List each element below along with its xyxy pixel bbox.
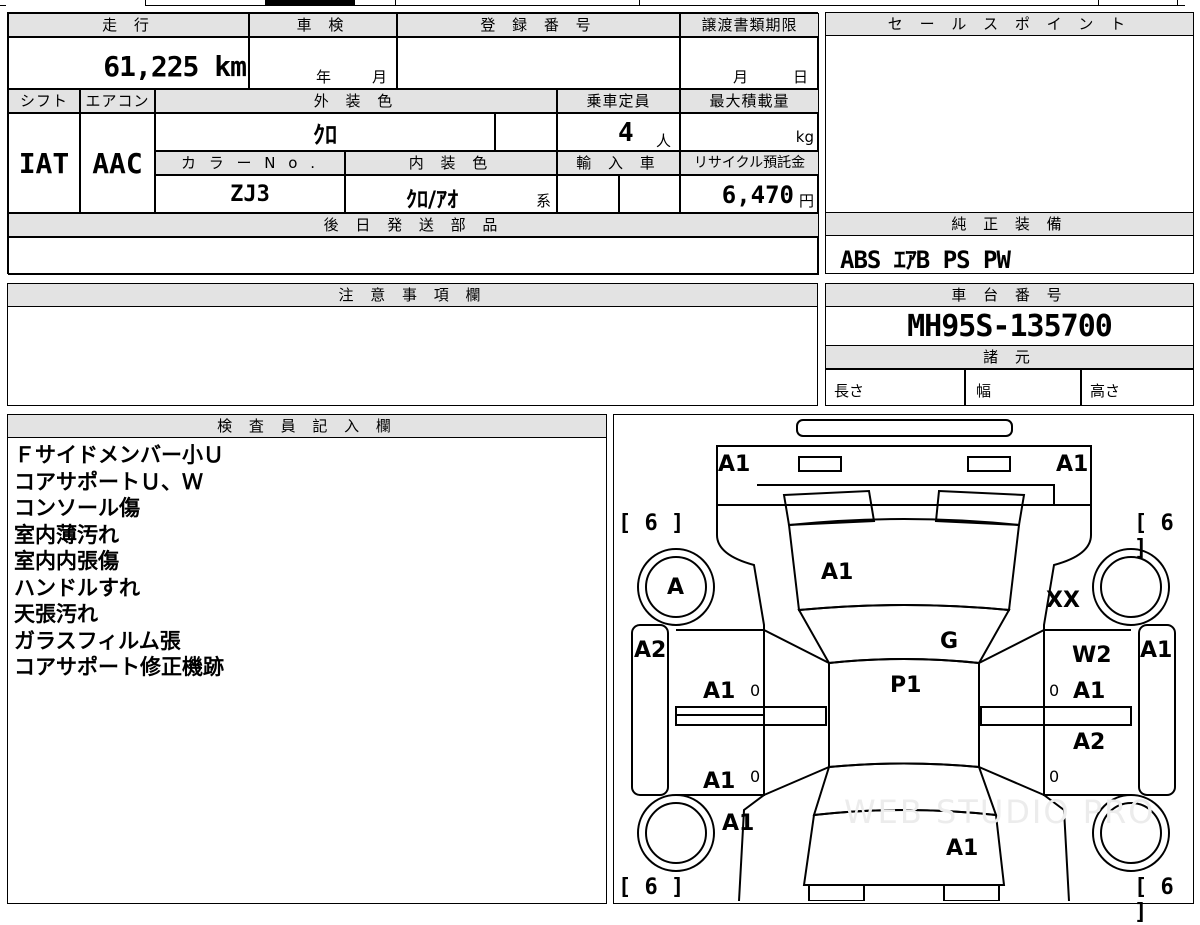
inspection-header: 車 検 (249, 13, 397, 37)
recycle-header: リサイクル預託金 (680, 151, 819, 175)
transfer-deadline-header: 譲渡書類期限 (680, 13, 819, 37)
tire-bottom-right: [ 6 ] (1134, 875, 1174, 925)
registration-cell (397, 37, 680, 89)
shift-value: IAT (8, 113, 80, 213)
recycle-unit: 円 (798, 192, 814, 210)
mileage-cell: 61,225 km (8, 37, 249, 89)
inspector-line: ハンドルすれ (14, 575, 140, 600)
inspector-line: ガラスフィルム張 (14, 628, 181, 653)
inspector-header: 検 査 員 記 入 欄 (7, 414, 607, 438)
capacity-unit: 人 (656, 132, 672, 150)
zero-mark: 0 (750, 681, 761, 700)
mileage-value: 61,225 (103, 50, 199, 83)
capacity-cell: 4 人 (557, 113, 680, 151)
spec-width-label: 幅 (976, 382, 992, 400)
mark-rear: A1 (946, 836, 979, 861)
inspector-lines: Ｆサイドメンバー小Ｕ コアサポートＵ、Ｗ コンソール傷 室内薄汚れ 室内内張傷 … (14, 442, 224, 681)
mileage-unit: km (214, 50, 247, 83)
spec-length-label: 長さ (834, 382, 865, 400)
transfer-day-label: 日 (793, 68, 809, 86)
later-parts-header: 後 日 発 送 部 品 (8, 213, 819, 237)
tire-top-right: [ 6 ] (1134, 511, 1174, 561)
mark-left-rear: A1 (722, 811, 755, 836)
import-cell-b (619, 175, 680, 213)
watermark-text: WEB STUDIO PRO (844, 793, 1156, 831)
transfer-deadline-cell: 月 日 (680, 37, 819, 89)
top-strip-remnant (0, 0, 1200, 6)
mark-right-front-door-lower: A1 (1073, 679, 1106, 704)
inspector-line: 天張汚れ (14, 602, 98, 626)
mark-right-fender: A1 (1140, 638, 1173, 663)
mark-windshield: G (940, 629, 959, 654)
exterior-color-value: ｸﾛ (155, 113, 495, 151)
tire-top-left: [ 6 ] (618, 511, 685, 536)
interior-color-value: ｸﾛ/ｱｵ (406, 188, 459, 213)
tire-bottom-left: [ 6 ] (618, 875, 685, 900)
mark-roof: P1 (890, 673, 922, 698)
notes-header: 注 意 事 項 欄 (7, 283, 818, 307)
chassis-header: 車 台 番 号 (825, 283, 1194, 307)
mileage-header: 走 行 (8, 13, 249, 37)
max-load-cell: kg (680, 113, 819, 151)
recycle-value: 6,470 (721, 181, 794, 209)
mark-right-front-door: W2 (1072, 643, 1112, 668)
ac-value: AAC (80, 113, 155, 213)
inspection-year-label: 年 (316, 68, 332, 86)
color-no-header: カ ラ ー N o . (155, 151, 345, 175)
inspector-line: 室内薄汚れ (14, 522, 119, 547)
capacity-header: 乗車定員 (557, 89, 680, 113)
spec-height-label: 高さ (1090, 382, 1121, 400)
zero-mark: 0 (1049, 767, 1060, 786)
mark-front-left: A1 (718, 452, 751, 477)
spec-height: 高さ (1081, 369, 1194, 406)
chassis-number: MH95S-135700 (907, 308, 1113, 344)
transfer-month-label: 月 (733, 68, 749, 86)
inspector-line: 室内内張傷 (14, 549, 119, 573)
notes-panel: 注 意 事 項 欄 (7, 283, 818, 406)
mark-left-front-door: A1 (703, 679, 736, 704)
specs-header: 諸 元 (825, 345, 1194, 369)
inspector-line: コアサポートＵ、Ｗ (14, 469, 203, 494)
shift-header: シフト (8, 89, 80, 113)
spec-length: 長さ (825, 369, 965, 406)
sales-points-panel: セ ー ル ス ポ イ ン ト 純 正 装 備 ABS ｴｱB PS PW (825, 12, 1194, 274)
interior-color-header: 内 装 色 (345, 151, 557, 175)
max-load-unit: kg (795, 128, 814, 146)
inspector-line: コンソール傷 (14, 496, 140, 520)
mark-right-rear-door: A2 (1073, 730, 1106, 755)
main-form: 走 行 車 検 登 録 番 号 譲渡書類期限 61,225 km 年 月 月 日… (7, 12, 819, 275)
standard-equipment-header: 純 正 装 備 (825, 212, 1194, 236)
zero-mark: 0 (1049, 681, 1060, 700)
exterior-color-extra (495, 113, 557, 151)
ac-header: エアコン (80, 89, 155, 113)
inspection-month-label: 月 (372, 68, 388, 86)
exterior-color-header: 外 装 色 (155, 89, 557, 113)
damage-diagram: WEB STUDIO PRO [ 6 ] [ 6 ] [ 6 ] [ 6 ] A… (613, 414, 1194, 925)
mark-left-rear-door: A1 (703, 769, 736, 794)
mark-right-front: XX (1046, 588, 1080, 613)
mark-hood: A1 (821, 560, 854, 585)
mark-left-fender: A2 (634, 638, 667, 663)
sales-points-header: セ ー ル ス ポ イ ン ト (825, 12, 1194, 36)
interior-color-suffix: 系 (536, 192, 552, 210)
capacity-value: 4 (618, 118, 634, 148)
standard-equipment-value: ABS ｴｱB PS PW (840, 246, 1011, 274)
color-no-value: ZJ3 (155, 175, 345, 213)
interior-color-cell: ｸﾛ/ｱｵ 系 (345, 175, 557, 213)
spec-width: 幅 (965, 369, 1081, 406)
max-load-header: 最大積載量 (680, 89, 819, 113)
zero-mark: 0 (750, 767, 761, 786)
inspector-line: Ｆサイドメンバー小Ｕ (14, 443, 224, 467)
import-cell-a (557, 175, 619, 213)
mark-left-front-wheel: A (667, 575, 685, 600)
chassis-panel: 車 台 番 号 MH95S-135700 諸 元 長さ 幅 高さ (825, 283, 1194, 406)
recycle-cell: 6,470 円 (680, 175, 819, 213)
import-header: 輸 入 車 (557, 151, 680, 175)
registration-header: 登 録 番 号 (397, 13, 680, 37)
inspector-line: コアサポート修正機跡 (14, 655, 224, 679)
inspection-cell: 年 月 (249, 37, 397, 89)
inspector-panel: 検 査 員 記 入 欄 Ｆサイドメンバー小Ｕ コアサポートＵ、Ｗ コンソール傷 … (7, 414, 607, 904)
mark-front-right: A1 (1056, 452, 1089, 477)
later-parts-cell (8, 237, 819, 275)
